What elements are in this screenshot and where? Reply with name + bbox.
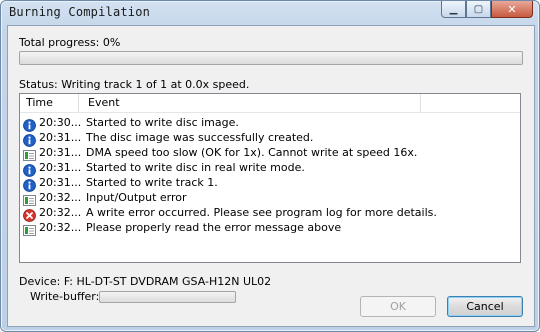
log-time: 20:31...: [39, 176, 82, 189]
minimize-icon: ▁: [449, 3, 458, 15]
log-header: Time Event: [20, 94, 520, 113]
log-time: 20:31...: [39, 161, 82, 174]
log-time: 20:30...: [39, 116, 82, 129]
column-divider[interactable]: [420, 94, 421, 112]
write-buffer-bar: [99, 291, 236, 303]
write-buffer-label: Write-buffer:: [30, 290, 100, 303]
log-row[interactable]: 20:31... Started to write track 1.: [23, 176, 518, 192]
log-time: 20:32...: [39, 206, 82, 219]
log-event: The disc image was successfully created.: [86, 131, 314, 144]
window-title: Burning Compilation: [9, 5, 151, 19]
event-log-list[interactable]: Time Event 20:30... Started to write disc…: [19, 93, 521, 263]
caption-buttons: ▁ ▢ ✕: [441, 1, 533, 19]
log-row[interactable]: 20:31... Started to write disc in real wr…: [23, 161, 518, 177]
log-row[interactable]: 20:32... Please properly read the error m…: [23, 221, 518, 236]
log-time: 20:31...: [39, 131, 82, 144]
status-text: Status: Writing track 1 of 1 at 0.0x spe…: [19, 78, 250, 91]
column-divider[interactable]: [78, 94, 79, 112]
log-event: A write error occurred. Please see progr…: [86, 206, 437, 219]
minimize-button[interactable]: ▁: [441, 1, 466, 18]
log-row[interactable]: 20:31... DMA speed too slow (OK for 1x). …: [23, 146, 518, 161]
log-event: Started to write track 1.: [86, 176, 218, 189]
info-icon: [23, 117, 36, 132]
title-bar[interactable]: Burning Compilation ▁ ▢ ✕: [1, 1, 539, 25]
maximize-icon: ▢: [473, 3, 484, 15]
log-row[interactable]: 20:30... Started to write disc image.: [23, 116, 518, 132]
log-time: 20:31...: [39, 146, 82, 159]
log-row[interactable]: 20:31... The disc image was successfully …: [23, 131, 518, 147]
total-progress-label: Total progress: 0%: [19, 36, 121, 49]
device-text: Device: F: HL-DT-ST DVDRAM GSA-H12N UL02: [19, 275, 272, 288]
log-event: Input/Output error: [86, 191, 187, 204]
burning-compilation-window: Burning Compilation ▁ ▢ ✕ Total progress…: [0, 0, 540, 332]
column-header-time[interactable]: Time: [26, 96, 53, 109]
log-event: Please properly read the error message a…: [86, 221, 342, 234]
log-icon: [23, 147, 36, 161]
info-icon: [23, 132, 36, 147]
log-time: 20:32...: [39, 191, 82, 204]
log-event: DMA speed too slow (OK for 1x). Cannot w…: [86, 146, 418, 159]
close-icon: ✕: [507, 2, 517, 16]
info-icon: [23, 162, 36, 177]
dialog-body: Total progress: 0% Status: Writing track…: [7, 25, 535, 327]
log-row[interactable]: 20:32... A write error occurred. Please s…: [23, 206, 518, 222]
info-icon: [23, 177, 36, 192]
log-event: Started to write disc image.: [86, 116, 239, 129]
cancel-button[interactable]: Cancel: [447, 296, 523, 317]
log-icon: [23, 192, 36, 206]
total-progress-bar: [19, 51, 523, 65]
ok-button[interactable]: OK: [360, 296, 436, 317]
maximize-button[interactable]: ▢: [466, 1, 491, 18]
log-icon: [23, 222, 36, 236]
log-event: Started to write disc in real write mode…: [86, 161, 305, 174]
log-time: 20:32...: [39, 221, 82, 234]
error-icon: [23, 207, 36, 222]
log-row[interactable]: 20:32... Input/Output error: [23, 191, 518, 206]
column-header-event[interactable]: Event: [88, 96, 120, 109]
close-button[interactable]: ✕: [491, 1, 533, 18]
